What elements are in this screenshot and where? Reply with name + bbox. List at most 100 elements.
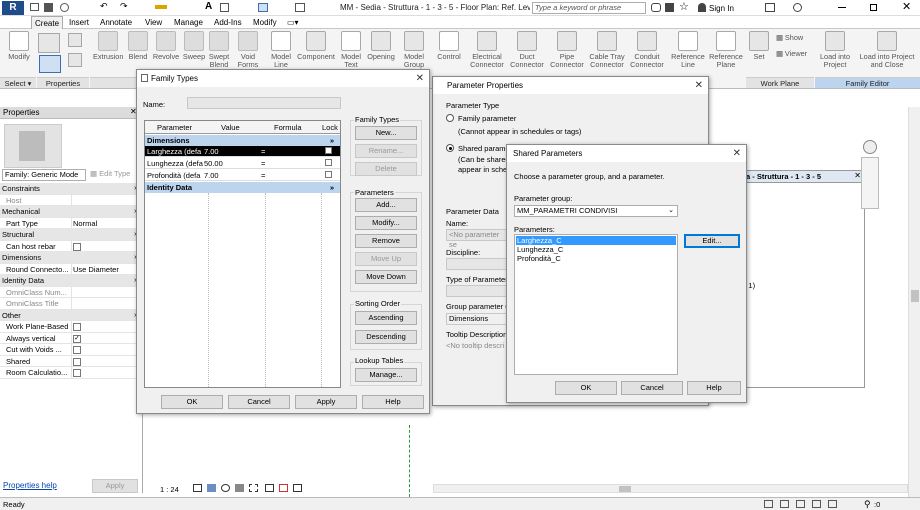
checkbox[interactable] — [73, 346, 81, 355]
property-row[interactable]: Host — [0, 194, 142, 206]
property-row[interactable]: Always vertical ✓ — [0, 332, 142, 344]
property-value[interactable]: Use Diameter — [71, 263, 119, 275]
close-window-button[interactable]: ✕ — [902, 0, 911, 13]
binoculars-icon[interactable] — [651, 3, 661, 12]
collapse-icon[interactable]: » — [330, 182, 334, 193]
property-value[interactable]: Normal — [71, 217, 97, 229]
edit-type-button[interactable]: ▦ Edit Type — [90, 169, 130, 178]
cancel-button[interactable]: Cancel — [228, 395, 290, 409]
property-checkbox[interactable] — [71, 344, 81, 355]
tab-view[interactable]: View — [142, 16, 165, 29]
close-icon[interactable]: ✕ — [733, 145, 741, 162]
sweep-button[interactable]: Sweep — [181, 31, 207, 61]
detail-level-icon[interactable] — [193, 484, 202, 492]
exchange-icon[interactable] — [765, 3, 775, 12]
modify-button[interactable]: Modify — [4, 31, 34, 61]
family-parameter-radio[interactable] — [446, 114, 454, 122]
properties-help-link[interactable]: Properties help — [3, 481, 57, 490]
conduit-connector-button[interactable]: Conduit Connector — [627, 31, 667, 69]
restore-button[interactable] — [870, 4, 877, 11]
worksharing-icon[interactable] — [293, 484, 302, 492]
parameter-group-dropdown[interactable]: MM_PARAMETRI CONDIVISI ⌄ — [514, 205, 678, 217]
tab-options-icon[interactable]: ▭▾ — [284, 16, 302, 29]
property-row[interactable]: Part Type Normal — [0, 217, 142, 229]
reveal-hidden-icon[interactable] — [279, 484, 288, 492]
temp-hide-icon[interactable] — [265, 484, 274, 492]
parameter-row[interactable]: Larghezza (defa 7.00 = — [145, 146, 340, 157]
remove-parameter-button[interactable]: Remove — [355, 234, 417, 248]
blend-button[interactable]: Blend — [126, 31, 150, 61]
property-category[interactable]: Mechanical» — [0, 206, 142, 218]
move-down-button[interactable]: Move Down — [355, 270, 417, 284]
navigation-bar[interactable] — [861, 157, 879, 209]
group-dimensions[interactable]: Dimensions» — [145, 135, 340, 146]
undo-icon[interactable]: ↶ — [100, 1, 108, 12]
parameter-row[interactable]: Profondità (defa 7.00 = — [145, 170, 340, 181]
load-into-project-button[interactable]: Load into Project — [816, 31, 854, 69]
property-row[interactable]: Work Plane-Based — [0, 321, 142, 333]
property-checkbox[interactable] — [71, 321, 81, 332]
list-item[interactable]: Lunghezza_C — [516, 245, 676, 254]
checkbox[interactable] — [73, 357, 81, 366]
view-window[interactable]: a - Struttura - 1 - 3 - 5 ✕ on 1) — [733, 170, 865, 388]
quick-access-toolbar[interactable]: ↶ ↷ A — [30, 1, 325, 13]
tab-annotate[interactable]: Annotate — [97, 16, 135, 29]
property-value[interactable] — [71, 194, 73, 206]
property-row[interactable]: Room Calculatio... — [0, 367, 142, 379]
horizontal-scrollbar[interactable] — [433, 484, 908, 493]
model-group-button[interactable]: Model Group — [400, 31, 428, 69]
right-scrollbar-thumb[interactable] — [911, 290, 919, 302]
tab-insert[interactable]: Insert — [66, 16, 92, 29]
family-type-name-dropdown[interactable] — [187, 97, 341, 109]
help-button[interactable]: Help — [687, 381, 741, 395]
property-row[interactable]: Round Connecto... Use Diameter — [0, 263, 142, 275]
show-workplane-button[interactable]: ▦ Show — [776, 33, 803, 42]
select-underlay-icon[interactable] — [780, 500, 789, 508]
property-checkbox[interactable]: ✓ — [71, 332, 81, 344]
property-category[interactable]: Other» — [0, 309, 142, 321]
cancel-button[interactable]: Cancel — [621, 381, 683, 395]
select-by-face-icon[interactable] — [812, 500, 821, 508]
checkbox[interactable] — [73, 369, 81, 378]
column-formula[interactable]: Formula — [274, 121, 302, 134]
text-icon[interactable]: A — [205, 1, 212, 12]
cable-tray-connector-button[interactable]: Cable Tray Connector — [587, 31, 627, 69]
reference-line-button[interactable]: Reference Line — [669, 31, 707, 69]
filter-icon[interactable]: ⚲ — [864, 499, 871, 510]
close-icon[interactable]: ✕ — [416, 70, 424, 87]
property-row[interactable]: Shared — [0, 355, 142, 367]
visual-style-icon[interactable] — [207, 484, 216, 492]
extrusion-button[interactable]: Extrusion — [93, 31, 123, 61]
type-of-parameter-dropdown[interactable] — [446, 285, 508, 297]
move-up-button[interactable]: Move Up — [355, 252, 417, 266]
delete-type-button[interactable]: Delete — [355, 162, 417, 176]
sign-in-link[interactable]: Sign In — [709, 4, 734, 13]
revolve-button[interactable]: Revolve — [151, 31, 181, 61]
close-hidden-icon[interactable] — [295, 3, 305, 12]
sun-path-icon[interactable] — [221, 484, 230, 492]
ok-button[interactable]: OK — [555, 381, 617, 395]
tab-modify[interactable]: Modify — [250, 16, 280, 29]
parameter-formula[interactable]: = — [261, 170, 317, 181]
subscription-icon[interactable] — [665, 3, 674, 12]
model-text-button[interactable]: Model Text — [338, 31, 364, 69]
parameter-name[interactable]: Larghezza (defa — [147, 146, 203, 157]
lock-checkbox[interactable] — [325, 147, 332, 154]
lock-checkbox[interactable] — [325, 159, 332, 166]
properties-large-icon[interactable] — [38, 33, 60, 53]
close-icon[interactable]: ✕ — [695, 77, 703, 94]
tab-add-ins[interactable]: Add-Ins — [211, 16, 245, 29]
horizontal-scrollbar-thumb[interactable] — [619, 486, 631, 492]
property-category[interactable]: Dimensions» — [0, 252, 142, 264]
shadows-icon[interactable] — [235, 484, 244, 492]
control-button[interactable]: Control — [434, 31, 464, 61]
parameter-name[interactable]: Profondità (defa — [147, 170, 203, 181]
family-category-icon[interactable] — [68, 53, 82, 67]
electrical-connector-button[interactable]: Electrical Connector — [467, 31, 507, 69]
family-types-icon[interactable] — [68, 33, 82, 47]
pipe-connector-button[interactable]: Pipe Connector — [547, 31, 587, 69]
viewer-button[interactable]: ▦ Viewer — [776, 49, 807, 58]
lock-checkbox[interactable] — [325, 171, 332, 178]
type-properties-icon[interactable] — [39, 55, 61, 73]
thin-lines-icon[interactable] — [258, 3, 268, 12]
